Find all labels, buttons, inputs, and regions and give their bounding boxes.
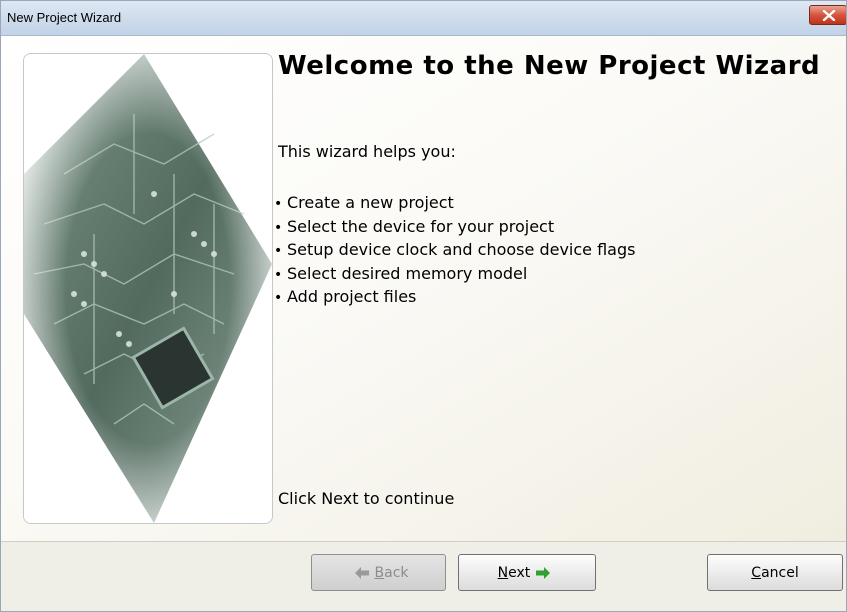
back-button-label: Back <box>374 564 409 581</box>
arrow-right-icon <box>536 566 551 579</box>
close-icon <box>822 10 836 21</box>
list-item: • Select the device for your project <box>274 216 635 240</box>
feature-list: • Create a new project • Select the device… <box>274 192 635 310</box>
arrow-left-icon <box>354 566 369 579</box>
next-button-label: Next <box>497 564 531 581</box>
bullet-icon: • <box>274 266 283 283</box>
list-item: • Setup device clock and choose device fl… <box>274 239 635 263</box>
button-bar: Back Next Cancel <box>1 541 846 611</box>
title-bar[interactable]: New Project Wizard <box>1 1 846 36</box>
bullet-icon: • <box>274 290 283 306</box>
back-button[interactable]: Back <box>311 554 446 591</box>
circuit-board-image <box>23 53 273 524</box>
next-button[interactable]: Next <box>458 554 596 591</box>
bullet-icon: • <box>274 196 283 212</box>
list-item: • Add project files <box>274 286 635 310</box>
bullet-icon: • <box>274 243 283 259</box>
bullet-icon: • <box>274 219 283 236</box>
list-item-text: Create a new project <box>287 193 454 212</box>
wizard-content: Welcome to the New Project Wizard This w… <box>1 36 846 541</box>
intro-text: This wizard helps you: <box>278 142 456 161</box>
list-item: • Select desired memory model <box>274 263 635 287</box>
close-button[interactable] <box>809 5 846 25</box>
window-title: New Project Wizard <box>7 10 122 25</box>
list-item: • Create a new project <box>274 192 635 216</box>
page-title: Welcome to the New Project Wizard <box>278 51 821 81</box>
list-item-text: Add project files <box>287 287 417 306</box>
list-item-text: Select desired memory model <box>287 263 528 283</box>
cancel-button[interactable]: Cancel <box>707 554 843 591</box>
wizard-window: New Project Wizard Welcome to the New Pr… <box>0 0 847 612</box>
list-item-text: Select the device for your project <box>287 216 555 236</box>
list-item-text: Setup device clock and choose device fla… <box>287 240 636 259</box>
continue-hint: Click Next to continue <box>278 489 455 508</box>
cancel-button-label: Cancel <box>751 564 799 581</box>
